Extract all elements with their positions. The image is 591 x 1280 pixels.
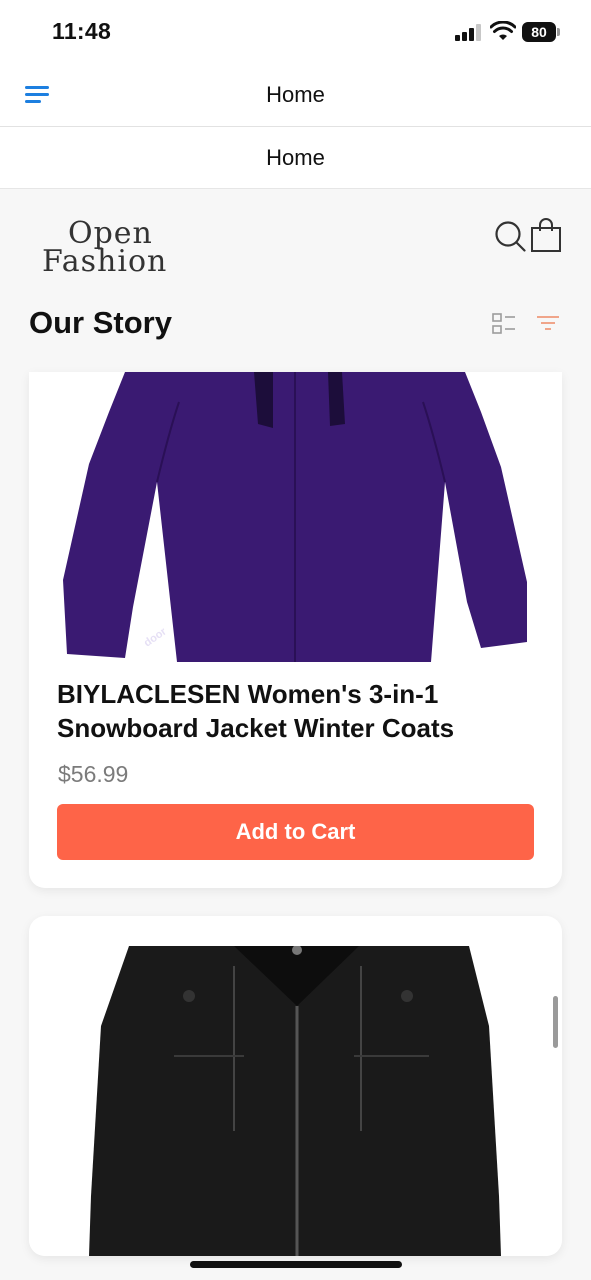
nav-title: Home [266,82,325,107]
product-price: $56.99 [58,761,129,787]
battery-icon: 80 [522,22,560,42]
section-title: Our Story [29,305,172,340]
cellular-signal-icon [455,23,482,41]
filter-icon[interactable] [536,314,560,332]
product-image[interactable]: door [29,372,562,662]
scroll-indicator[interactable] [553,996,558,1048]
brand-logo-line2: Fashion [42,244,168,279]
status-bar: 11:48 80 [0,0,591,64]
list-view-icon[interactable] [491,312,517,336]
home-indicator[interactable] [190,1261,402,1268]
page-header: Home [0,127,591,189]
battery-level: 80 [531,24,547,40]
status-time: 11:48 [52,18,112,44]
add-to-cart-button[interactable]: Add to Cart [57,804,534,860]
page-title: Home [266,145,325,170]
product-card[interactable]: door BIYLACLESEN Women's 3-in-1 Snowboar… [29,372,562,888]
product-image[interactable] [29,946,562,1256]
wifi-icon [490,21,516,40]
product-name[interactable]: BIYLACLESEN Women's 3-in-1 Snowboard Jac… [57,677,537,745]
brand-logo: Open Fashion [42,216,192,279]
shopping-bag-icon[interactable] [530,217,562,253]
search-icon[interactable] [494,219,526,253]
product-card[interactable] [29,916,562,1256]
nav-bar: Home [0,64,591,127]
